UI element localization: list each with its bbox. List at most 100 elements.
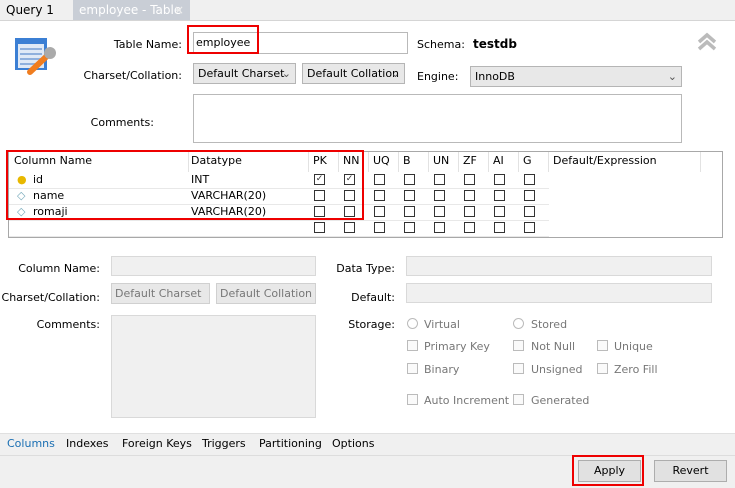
table-editor-icon — [15, 38, 56, 75]
ai-checkbox[interactable] — [494, 190, 505, 201]
column-name-label: Column Name: — [18, 262, 100, 275]
chevron-down-icon: ⌄ — [390, 67, 400, 80]
not-null-checkbox[interactable] — [513, 340, 524, 351]
collapse-up-icon[interactable] — [697, 32, 717, 52]
zero-fill-checkbox[interactable] — [597, 363, 608, 374]
engine-select[interactable]: InnoDB ⌄ — [470, 66, 682, 87]
g-checkbox[interactable] — [524, 190, 535, 201]
default-input[interactable] — [406, 283, 712, 303]
column-header[interactable]: ZF — [463, 152, 477, 168]
zf-checkbox[interactable] — [464, 174, 475, 185]
detail-comments-label: Comments: — [36, 318, 100, 331]
ai-checkbox[interactable] — [494, 174, 505, 185]
tab-employee-table[interactable]: employee - Table × — [73, 0, 190, 20]
uq-checkbox[interactable] — [374, 174, 385, 185]
data-type-label: Data Type: — [336, 262, 395, 275]
column-header[interactable]: Default/Expression — [553, 152, 657, 168]
tab-label: employee - Table — [79, 3, 182, 17]
not-null-label: Not Null — [531, 340, 576, 353]
auto-increment-checkbox[interactable] — [407, 394, 418, 405]
column-separator[interactable] — [700, 152, 701, 172]
charset-value: Default Charset — [198, 67, 285, 80]
highlight-box — [187, 25, 259, 54]
default-label: Default: — [351, 291, 395, 304]
pk-checkbox[interactable] — [314, 222, 325, 233]
detail-comments-textarea[interactable] — [111, 315, 316, 418]
column-header[interactable]: B — [403, 152, 411, 168]
generated-checkbox[interactable] — [513, 394, 524, 405]
detail-charset-label: Charset/Collation: — [1, 291, 100, 304]
g-checkbox[interactable] — [524, 174, 535, 185]
detail-charset-select[interactable]: Default Charset — [111, 283, 210, 304]
g-checkbox[interactable] — [524, 206, 535, 217]
unsigned-checkbox[interactable] — [513, 363, 524, 374]
column-separator[interactable] — [548, 152, 549, 172]
auto-increment-label: Auto Increment — [424, 394, 510, 407]
virtual-label: Virtual — [424, 318, 460, 331]
collation-select[interactable]: Default Collation ⌄ — [302, 63, 405, 84]
tab-triggers[interactable]: Triggers — [202, 435, 246, 453]
column-separator[interactable] — [518, 152, 519, 172]
uq-checkbox[interactable] — [374, 222, 385, 233]
charset-label: Charset/Collation: — [83, 69, 182, 82]
b-checkbox[interactable] — [404, 222, 415, 233]
table-name-label: Table Name: — [113, 38, 182, 51]
column-separator[interactable] — [488, 152, 489, 172]
stored-radio[interactable] — [513, 318, 524, 329]
charset-select[interactable]: Default Charset ⌄ — [193, 63, 296, 84]
ai-checkbox[interactable] — [494, 222, 505, 233]
tab-query-1[interactable]: Query 1 — [0, 0, 60, 20]
column-header[interactable]: UQ — [373, 152, 390, 168]
tab-partitioning[interactable]: Partitioning — [259, 435, 322, 453]
tab-bar: Query 1 employee - Table × — [0, 0, 735, 21]
ai-checkbox[interactable] — [494, 206, 505, 217]
tab-options[interactable]: Options — [332, 435, 374, 453]
comments-label: Comments: — [90, 116, 154, 129]
generated-label: Generated — [531, 394, 590, 407]
column-separator[interactable] — [428, 152, 429, 172]
column-header[interactable]: AI — [493, 152, 504, 168]
highlight-box — [6, 150, 364, 220]
detail-collation-select[interactable]: Default Collation — [216, 283, 316, 304]
un-checkbox[interactable] — [434, 174, 445, 185]
column-separator[interactable] — [458, 152, 459, 172]
uq-checkbox[interactable] — [374, 190, 385, 201]
unsigned-label: Unsigned — [531, 363, 583, 376]
b-checkbox[interactable] — [404, 206, 415, 217]
virtual-radio[interactable] — [407, 318, 418, 329]
collation-value: Default Collation — [307, 67, 400, 80]
revert-button[interactable]: Revert — [654, 460, 727, 482]
primary-key-checkbox[interactable] — [407, 340, 418, 351]
unique-label: Unique — [614, 340, 653, 353]
un-checkbox[interactable] — [434, 190, 445, 201]
binary-checkbox[interactable] — [407, 363, 418, 374]
column-separator[interactable] — [368, 152, 369, 172]
tab-columns[interactable]: Columns — [7, 435, 55, 453]
g-checkbox[interactable] — [524, 222, 535, 233]
tab-foreign-keys[interactable]: Foreign Keys — [122, 435, 192, 453]
zf-checkbox[interactable] — [464, 222, 475, 233]
uq-checkbox[interactable] — [374, 206, 385, 217]
un-checkbox[interactable] — [434, 222, 445, 233]
tab-indexes[interactable]: Indexes — [66, 435, 108, 453]
close-icon[interactable]: × — [174, 0, 184, 20]
un-checkbox[interactable] — [434, 206, 445, 217]
column-header[interactable]: G — [523, 152, 532, 168]
data-type-input[interactable] — [406, 256, 712, 276]
zf-checkbox[interactable] — [464, 190, 475, 201]
chevron-down-icon: ⌄ — [667, 70, 677, 83]
zf-checkbox[interactable] — [464, 206, 475, 217]
column-separator[interactable] — [398, 152, 399, 172]
b-checkbox[interactable] — [404, 174, 415, 185]
b-checkbox[interactable] — [404, 190, 415, 201]
stored-label: Stored — [531, 318, 568, 331]
highlight-box — [572, 455, 644, 486]
binary-label: Binary — [424, 363, 460, 376]
detail-charset-value: Default Charset — [115, 287, 202, 300]
unique-checkbox[interactable] — [597, 340, 608, 351]
comments-textarea[interactable] — [193, 94, 682, 143]
column-header[interactable]: UN — [433, 152, 449, 168]
column-name-input[interactable] — [111, 256, 316, 276]
nn-checkbox[interactable] — [344, 222, 355, 233]
engine-value: InnoDB — [475, 70, 515, 83]
